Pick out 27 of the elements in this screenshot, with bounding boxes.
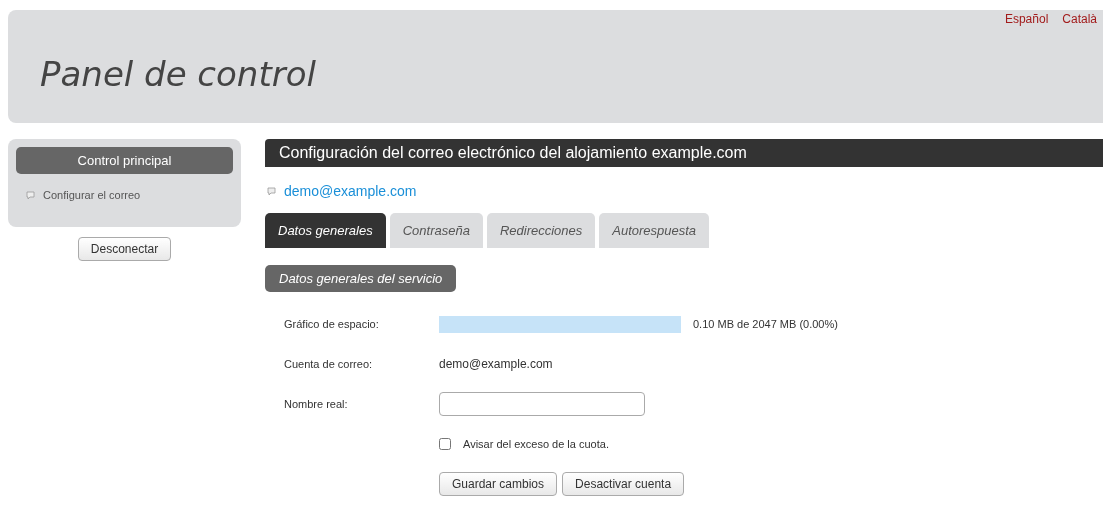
checkbox[interactable] <box>439 438 451 450</box>
field-label: Cuenta de correo: <box>284 357 374 372</box>
tab[interactable]: Autorespuesta <box>599 213 710 248</box>
section-title: Configuración del correo electrónico del alojamiento example.com <box>265 139 1103 167</box>
space-reading: 0.10 MB de 2047 MB (0.00%) <box>693 318 838 330</box>
language-link[interactable]: Español <box>1004 12 1049 26</box>
language-link[interactable]: Català <box>1062 12 1097 26</box>
field-label: Gráfico de espacio: <box>284 317 380 332</box>
action-button[interactable]: Guardar cambios <box>439 472 558 496</box>
sidebar-item-label: Configurar el correo <box>43 189 141 201</box>
page-title: Panel de control <box>40 53 316 94</box>
subsection-title: Datos generales del servicio <box>265 265 457 292</box>
speech-bubble-icon <box>267 186 276 196</box>
tab[interactable]: Datos generales <box>265 213 386 248</box>
checkbox-label: Avisar del exceso de la cuota. <box>463 438 609 450</box>
sidebar-item[interactable]: Configurar el correo <box>26 189 233 201</box>
tab[interactable]: Contraseña <box>389 213 483 248</box>
tab[interactable]: Redirecciones <box>486 213 596 248</box>
sidebar-title: Control principal <box>16 147 233 174</box>
action-button[interactable]: Desactivar cuenta <box>562 472 685 496</box>
field-label: Nombre real: <box>284 397 349 412</box>
input-field[interactable] <box>439 392 645 416</box>
account-link-label: demo@example.com <box>284 183 417 199</box>
field-value: demo@example.com <box>439 357 553 371</box>
account-link[interactable]: demo@example.com <box>267 183 1103 199</box>
speech-bubble-icon <box>26 190 35 200</box>
logout-button[interactable]: Desconectar <box>77 237 172 261</box>
